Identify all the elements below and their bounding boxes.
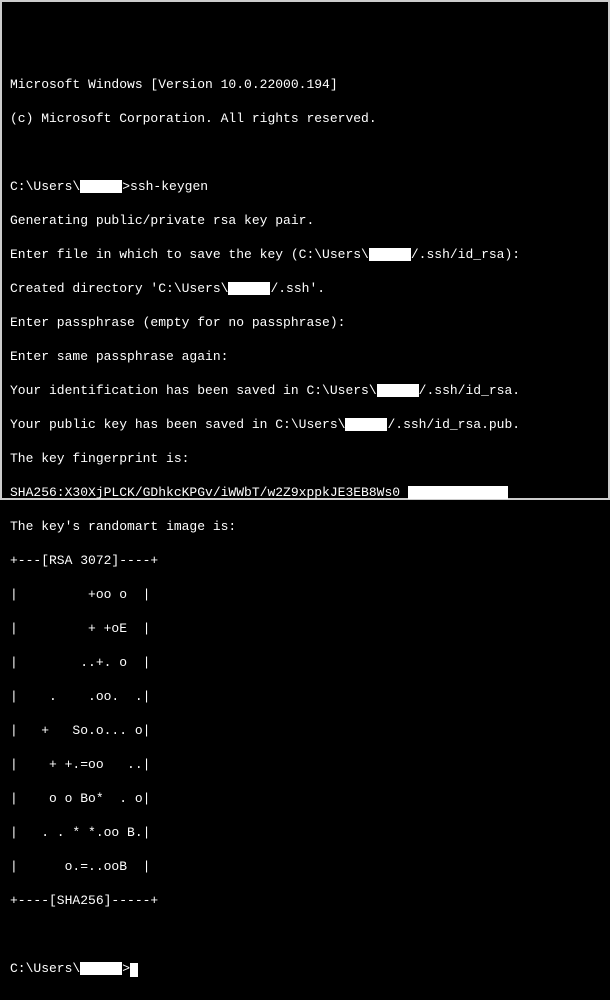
output-fingerprint-label: The key fingerprint is: [10, 450, 600, 467]
randomart-line: | + +.=oo ..| [10, 756, 600, 773]
blank-line [10, 926, 600, 943]
copyright-text: (c) Microsoft Corporation. All rights re… [10, 110, 600, 127]
redacted-username [377, 384, 419, 397]
randomart-line: | ..+. o | [10, 654, 600, 671]
cursor-icon [130, 963, 138, 977]
output-enter-file: Enter file in which to save the key (C:\… [10, 246, 600, 263]
output-public-key: Your public key has been saved in C:\Use… [10, 416, 600, 433]
randomart-line: | . .oo. .| [10, 688, 600, 705]
randomart-line: | o o Bo* . o| [10, 790, 600, 807]
output-enter-passphrase: Enter passphrase (empty for no passphras… [10, 314, 600, 331]
output-identification: Your identification has been saved in C:… [10, 382, 600, 399]
redacted-username [345, 418, 387, 431]
redacted-username [369, 248, 411, 261]
blank-line [10, 144, 600, 161]
prompt-prefix: C:\Users\ [10, 961, 80, 976]
output-randomart-label: The key's randomart image is: [10, 518, 600, 535]
output-enter-passphrase-again: Enter same passphrase again: [10, 348, 600, 365]
prompt-line-1: C:\Users\ >ssh-keygen [10, 178, 600, 195]
randomart-line: | + So.o... o| [10, 722, 600, 739]
redacted-username [80, 962, 122, 975]
output-fingerprint-value: SHA256:X30XjPLCK/GDhkcKPGv/iWWbT/w2Z9xpp… [10, 484, 600, 501]
randomart-line: | + +oE | [10, 620, 600, 637]
terminal-window[interactable]: { "header": { "version_line": "Microsoft… [0, 0, 610, 500]
randomart-line: +---[RSA 3072]----+ [10, 552, 600, 569]
prompt-suffix: > [122, 961, 130, 976]
command-text: ssh-keygen [130, 179, 208, 194]
output-generating: Generating public/private rsa key pair. [10, 212, 600, 229]
randomart-line: +----[SHA256]-----+ [10, 892, 600, 909]
prompt-prefix: C:\Users\ [10, 179, 80, 194]
redacted-username [80, 180, 122, 193]
redacted-username [228, 282, 270, 295]
randomart-line: | . . * *.oo B.| [10, 824, 600, 841]
redacted-hostname [408, 486, 508, 499]
prompt-suffix: > [122, 179, 130, 194]
randomart-line: | o.=..ooB | [10, 858, 600, 875]
randomart-line: | +oo o | [10, 586, 600, 603]
output-created-dir: Created directory 'C:\Users\/.ssh'. [10, 280, 600, 297]
version-text: Microsoft Windows [Version 10.0.22000.19… [10, 76, 600, 93]
prompt-line-2[interactable]: C:\Users\ > [10, 960, 600, 977]
